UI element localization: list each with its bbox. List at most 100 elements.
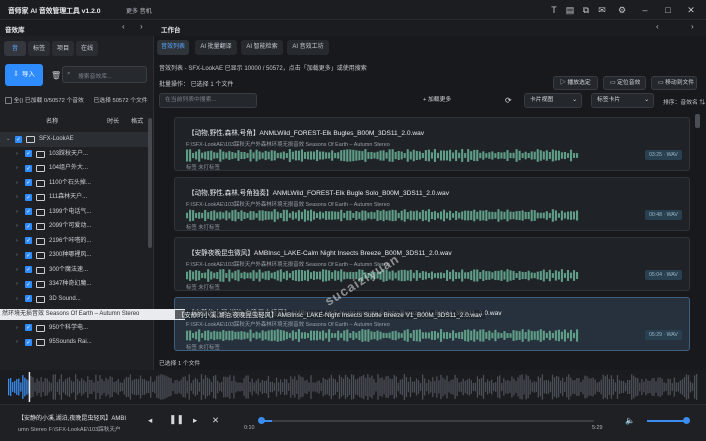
sound-card[interactable]: 【动物,野性,森林,号角】ANMLWild_FOREST-Elk Bugles_…	[174, 117, 690, 171]
chevron-right-icon[interactable]: ›	[16, 234, 18, 249]
chevron-right-icon[interactable]: ›	[16, 147, 18, 162]
chevron-right-icon[interactable]: ›	[16, 277, 18, 292]
tree-folder-item[interactable]: › ✓ 950个科学电...	[0, 321, 148, 336]
tree-checkbox[interactable]: ✓	[25, 324, 32, 331]
playhead[interactable]	[28, 372, 31, 402]
column-duration[interactable]: 时长	[107, 116, 119, 125]
text-icon[interactable]: T	[547, 3, 561, 17]
card-waveform[interactable]	[186, 329, 579, 342]
import-button[interactable]: ⇩ 导入	[5, 64, 43, 86]
player-waveform[interactable]	[0, 370, 706, 404]
chevron-right-icon[interactable]: ›	[16, 263, 18, 278]
tree-checkbox[interactable]: ✓	[25, 208, 32, 215]
chevron-right-icon[interactable]: ›	[16, 248, 18, 263]
trash-icon[interactable]: 🗑	[51, 71, 61, 80]
column-format[interactable]: 格式	[131, 116, 143, 125]
chevron-right-icon[interactable]: ›	[16, 219, 18, 234]
play-selected-button[interactable]: ▷ 播放选定	[553, 76, 598, 90]
chevron-left-icon[interactable]: ‹	[656, 22, 659, 31]
list-filter-input[interactable]: 在当前列表中搜索...	[159, 93, 257, 108]
tab-online[interactable]: 在线	[76, 41, 98, 56]
pause-icon[interactable]: ❚❚	[169, 414, 184, 425]
view-mode-select[interactable]: 卡片视图 ⌄	[524, 93, 582, 108]
menu-more[interactable]: 更多 音机	[126, 6, 152, 15]
tab-library[interactable]: 音	[4, 41, 26, 56]
locate-button[interactable]: ▭ 定位音效	[603, 76, 646, 90]
tree-folder-item[interactable]: › ✓ 1100个石头掉...	[0, 176, 148, 191]
move-button[interactable]: ▭ 移动到文件	[651, 76, 697, 90]
tree-checkbox[interactable]: ✓	[25, 295, 32, 302]
tree-checkbox[interactable]: ✓	[25, 164, 32, 172]
title-bar: 音师家 AI 音效管理工具 v1.2.0 更多 音机 T ▤ ⧉ ✉ ⚙ – □…	[0, 0, 706, 20]
chevron-right-icon[interactable]: ›	[16, 292, 18, 307]
maximize-icon[interactable]: □	[661, 3, 675, 17]
gear-icon[interactable]: ⚙	[615, 3, 629, 17]
card-waveform[interactable]	[186, 149, 579, 162]
sort-control[interactable]: 排序：音效名 ⇅	[663, 97, 705, 106]
tree-folder-item[interactable]: › ✓ 1399个电话气...	[0, 205, 148, 220]
tree-root-folder[interactable]: ⌄ ✓ SFX-LookAE	[0, 132, 148, 147]
chevron-right-icon[interactable]: ›	[691, 22, 694, 31]
tree-checkbox[interactable]: ✓	[25, 266, 32, 273]
minimize-icon[interactable]: –	[638, 3, 652, 17]
next-icon[interactable]: ▸	[193, 415, 197, 426]
stop-icon[interactable]: ✕	[212, 415, 219, 426]
tab-tags[interactable]: 标签	[28, 41, 50, 56]
seek-handle[interactable]	[258, 417, 265, 424]
scrollbar[interactable]	[695, 114, 700, 128]
chevron-right-icon[interactable]: ›	[16, 161, 18, 176]
chevron-right-icon[interactable]: ›	[140, 22, 143, 31]
chevron-right-icon[interactable]: ›	[16, 205, 18, 220]
tree-checkbox[interactable]: ✓	[25, 222, 32, 230]
tree-folder-item[interactable]: › ✓ 3D Sound...	[0, 292, 148, 307]
tree-folder-item[interactable]: › ✓ 3347种奇幻魔...	[0, 277, 148, 292]
tab-ai-translate[interactable]: AI 批量翻译	[195, 40, 237, 55]
close-icon[interactable]: ✕	[684, 3, 698, 17]
tree-checkbox[interactable]: ✓	[25, 237, 32, 244]
chevron-down-icon[interactable]: ⌄	[6, 132, 11, 147]
sound-card[interactable]: 【动物,野性,森林,号角独奏】ANMLWild_FOREST-Elk Bugle…	[174, 177, 690, 231]
refresh-icon[interactable]: ⟳	[505, 96, 512, 105]
chevron-right-icon[interactable]: ›	[16, 176, 18, 191]
sound-card[interactable]: 【安静的小溪,湖泊,夜晚昆虫轻风】AMBInsc_LAKE-Night Inse…	[174, 297, 690, 351]
card-waveform[interactable]	[186, 209, 579, 222]
tab-ai-workshop[interactable]: AI 音效工坊	[287, 40, 329, 55]
load-more-button[interactable]: + 加载更多	[423, 93, 463, 108]
tree-checkbox[interactable]: ✓	[25, 150, 32, 157]
tree-folder-item[interactable]: › ✓ 95Sounds Rai...	[0, 335, 148, 350]
tree-folder-item[interactable]: › ✓ 300个魔法速...	[0, 263, 148, 278]
volume-handle[interactable]	[683, 417, 690, 424]
tree-folder-item[interactable]: › ✓ 2300种哪裡风...	[0, 248, 148, 263]
sound-card[interactable]: 【安静夜晚昆虫微风】AMBInsc_LAKE-Calm Night Insect…	[174, 237, 690, 291]
tree-folder-item[interactable]: › ✓ 103踩秋天户...	[0, 147, 148, 162]
tree-folder-item[interactable]: › ✓ 2196个咔嗒的...	[0, 234, 148, 249]
tree-checkbox[interactable]: ✓	[25, 251, 32, 259]
card-mode-select[interactable]: 标签卡片 ⌄	[591, 93, 654, 108]
tree-folder-item[interactable]: › ✓ 2099个可爱动...	[0, 219, 148, 234]
tree-checkbox[interactable]: ✓	[25, 280, 32, 288]
tab-ai-search[interactable]: AI 智能检索	[241, 40, 283, 55]
scrollbar[interactable]	[148, 118, 152, 248]
chevron-right-icon[interactable]: ›	[16, 321, 18, 336]
tree-checkbox[interactable]: ✓	[25, 193, 32, 201]
tree-folder-item[interactable]: › ✓ 104组户外大...	[0, 161, 148, 176]
copy-icon[interactable]: ⧉	[579, 3, 593, 17]
previous-icon[interactable]: ◂	[148, 415, 152, 426]
chevron-right-icon[interactable]: ›	[16, 335, 18, 350]
search-input[interactable]: 搜索音效库...	[62, 66, 147, 83]
note-icon[interactable]: ▤	[563, 3, 577, 17]
tree-checkbox[interactable]: ✓	[15, 135, 22, 143]
seek-bar[interactable]	[262, 420, 594, 422]
chevron-left-icon[interactable]: ‹	[122, 22, 125, 31]
tree-folder-item[interactable]: › ✓ 111森林天户...	[0, 190, 148, 205]
chevron-right-icon[interactable]: ›	[16, 190, 18, 205]
tab-projects[interactable]: 项目	[52, 41, 74, 56]
tree-folder-label: 300个魔法速...	[49, 266, 89, 273]
tree-checkbox[interactable]: ✓	[25, 338, 32, 346]
select-all-checkbox[interactable]	[5, 96, 12, 104]
chat-icon[interactable]: ✉	[595, 3, 609, 17]
column-name[interactable]: 名称	[46, 116, 58, 125]
volume-icon[interactable]: 🔈	[625, 416, 635, 425]
tab-sound-list[interactable]: 音效列表	[157, 40, 189, 55]
tree-checkbox[interactable]: ✓	[25, 179, 32, 186]
